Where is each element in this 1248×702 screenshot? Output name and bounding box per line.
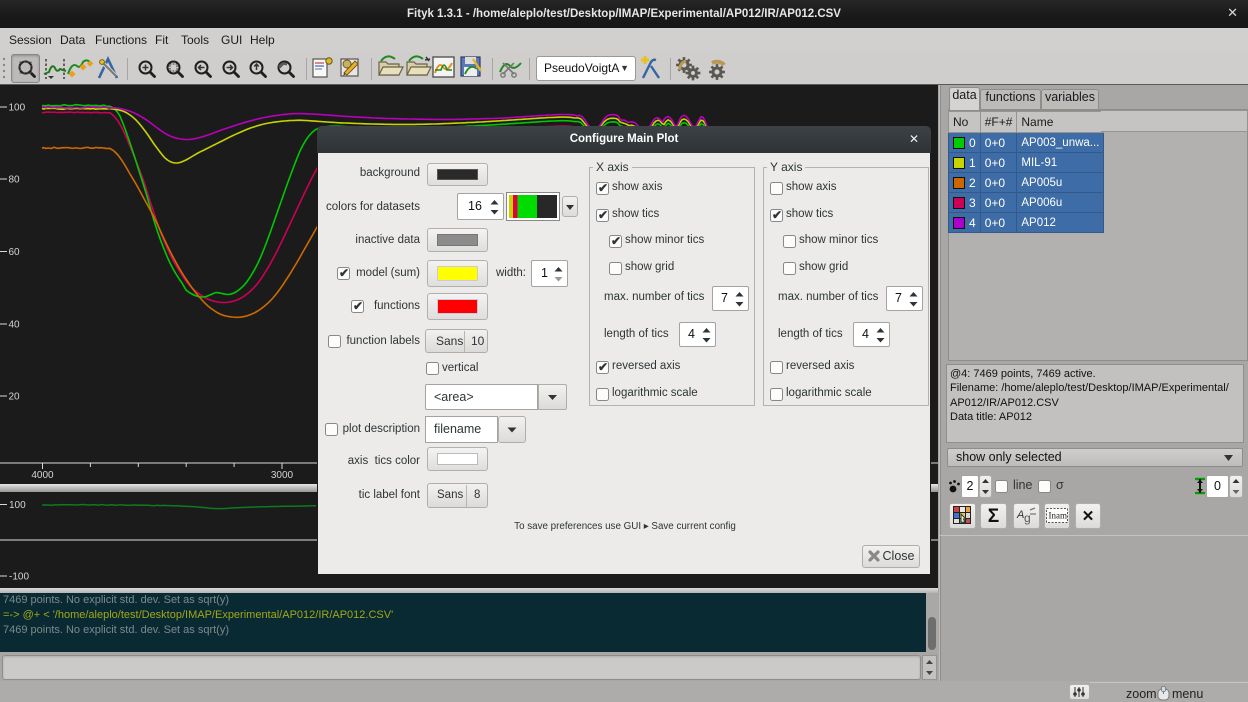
svg-text:-100: -100	[9, 572, 29, 583]
svg-text:100: 100	[9, 500, 26, 511]
svg-text:80: 80	[9, 175, 21, 186]
svg-text:100: 100	[9, 103, 26, 114]
svg-text:40: 40	[9, 320, 21, 331]
svg-text:20: 20	[9, 392, 21, 403]
svg-text:60: 60	[9, 247, 21, 258]
svg-text:3000: 3000	[271, 470, 294, 481]
svg-text:Inam: Inam	[1049, 511, 1068, 521]
svg-text:4000: 4000	[31, 470, 54, 481]
svg-text:g: g	[1024, 511, 1031, 525]
